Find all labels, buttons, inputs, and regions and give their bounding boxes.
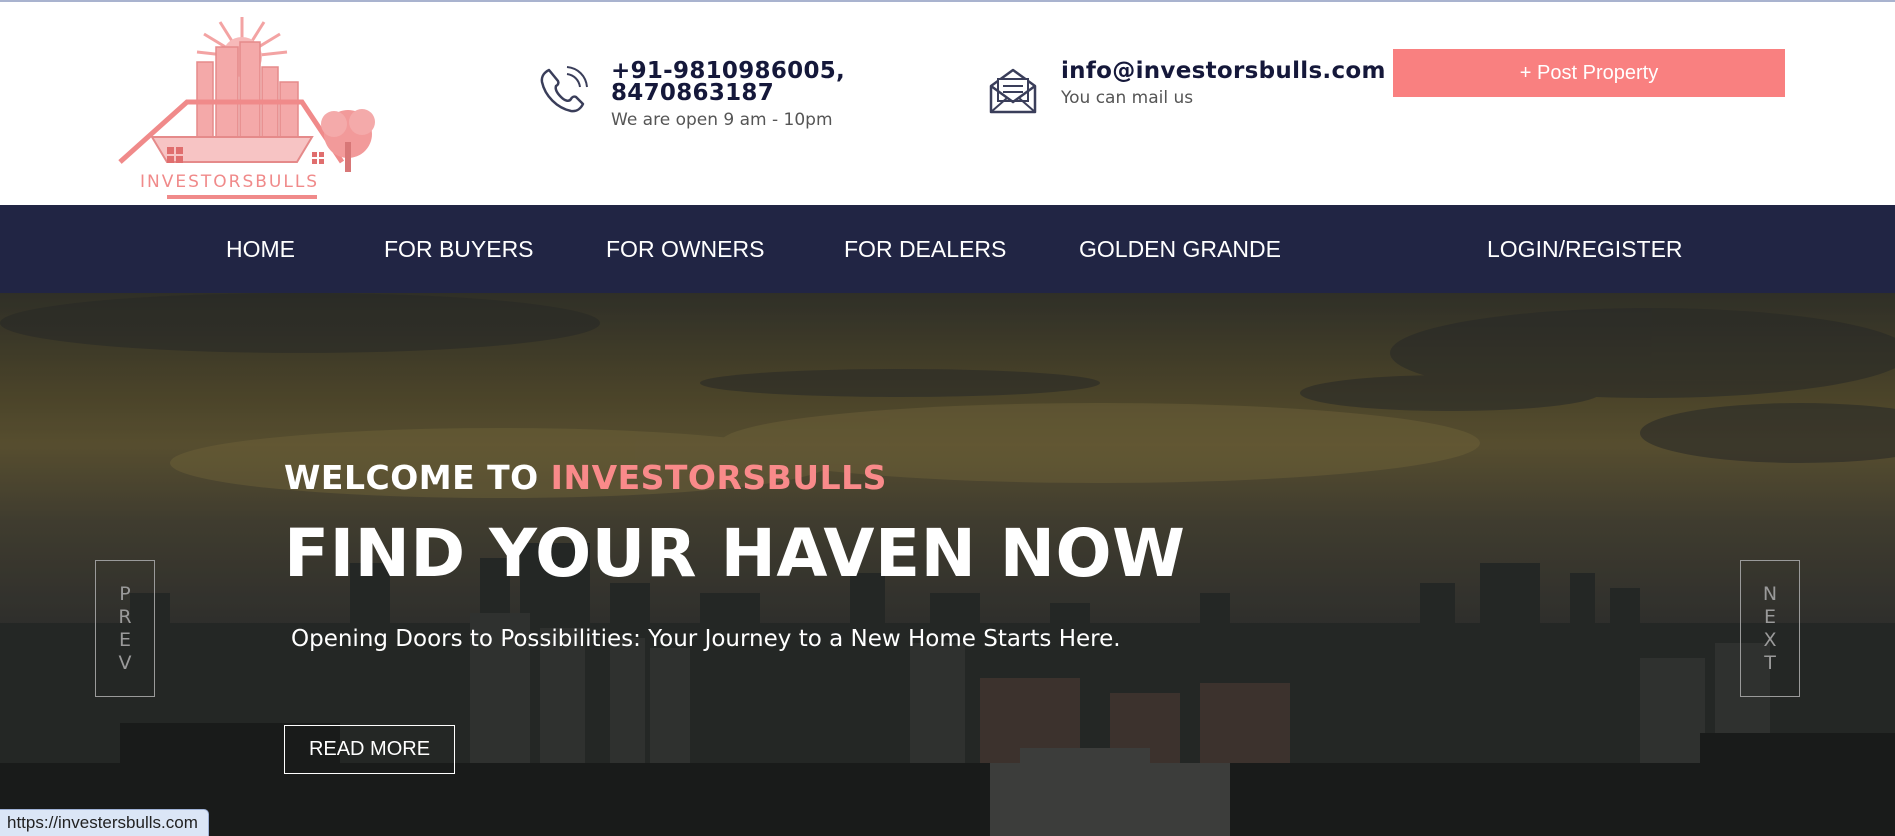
email-note: You can mail us bbox=[1061, 88, 1194, 108]
next-letter: N bbox=[1762, 582, 1778, 605]
hero-welcome-brand: INVESTORSBULLS bbox=[550, 458, 887, 497]
phone-number[interactable]: +91-9810986005, 8470863187 bbox=[611, 60, 851, 105]
opening-hours: We are open 9 am - 10pm bbox=[611, 110, 833, 130]
prev-letter: V bbox=[118, 651, 132, 674]
hero-slider: WELCOME TO INVESTORSBULLS FIND YOUR HAVE… bbox=[0, 293, 1895, 836]
slider-next-button[interactable]: N E X T bbox=[1740, 560, 1800, 697]
status-bar-url: https://investersbulls.com bbox=[0, 809, 209, 836]
hero-subline: Opening Doors to Possibilities: Your Jou… bbox=[291, 626, 1121, 652]
post-property-button[interactable]: + Post Property bbox=[1393, 49, 1785, 97]
contact-phone: +91-9810986005, 8470863187 We are open 9… bbox=[535, 60, 851, 130]
nav-item-login-register[interactable]: LOGIN/REGISTER bbox=[1487, 205, 1683, 293]
nav-item-for-buyers[interactable]: FOR BUYERS bbox=[384, 205, 534, 293]
nav-item-for-owners[interactable]: FOR OWNERS bbox=[606, 205, 764, 293]
main-nav: HOME FOR BUYERS FOR OWNERS FOR DEALERS G… bbox=[0, 205, 1895, 293]
prev-letter: R bbox=[118, 605, 132, 628]
nav-item-for-dealers[interactable]: FOR DEALERS bbox=[844, 205, 1006, 293]
contact-email: info@investorsbulls.com You can mail us bbox=[985, 60, 1386, 118]
hero-headline: FIND YOUR HAVEN NOW bbox=[284, 515, 1186, 592]
logo-text: INVESTORSBULLS bbox=[140, 172, 320, 192]
next-letter: X bbox=[1763, 628, 1777, 651]
next-letter: E bbox=[1763, 605, 1776, 628]
nav-item-golden-grande[interactable]: GOLDEN GRANDE bbox=[1079, 205, 1281, 293]
phone-icon bbox=[535, 62, 591, 118]
nav-item-home[interactable]: HOME bbox=[226, 205, 295, 293]
next-letter: T bbox=[1764, 651, 1776, 674]
read-more-button[interactable]: READ MORE bbox=[284, 725, 455, 774]
slider-prev-button[interactable]: P R E V bbox=[95, 560, 155, 697]
prev-letter: P bbox=[119, 582, 131, 605]
envelope-icon bbox=[985, 62, 1041, 118]
email-address[interactable]: info@investorsbulls.com bbox=[1061, 60, 1386, 83]
prev-letter: E bbox=[118, 628, 131, 651]
hero-welcome: WELCOME TO INVESTORSBULLS bbox=[284, 458, 887, 497]
hero-welcome-prefix: WELCOME TO bbox=[284, 458, 551, 497]
site-header: INVESTORSBULLS +91-9810986005, 847086318… bbox=[0, 0, 1895, 205]
